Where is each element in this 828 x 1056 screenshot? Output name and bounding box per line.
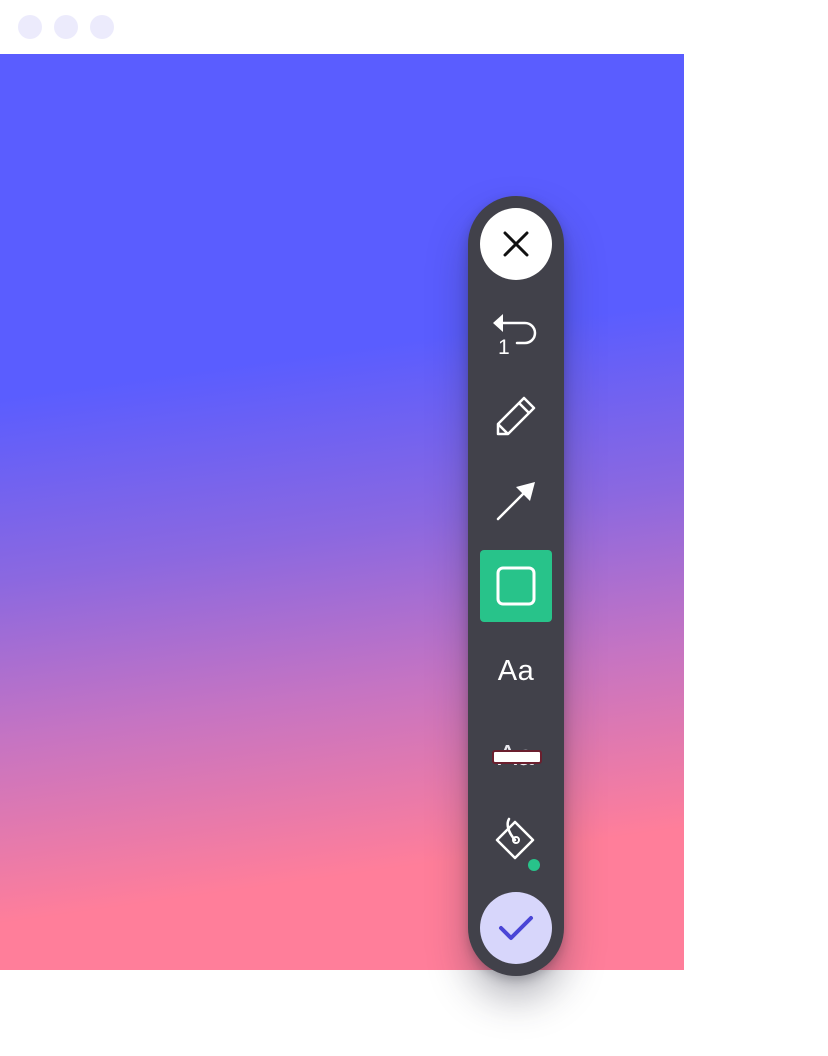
close-button[interactable] [480,208,552,280]
highlight-text-icon: Aa [491,738,542,774]
arrow-tool[interactable] [480,465,552,537]
checkmark-icon [499,916,533,940]
annotation-canvas[interactable] [0,54,684,970]
undo-button[interactable]: 1 [480,294,552,366]
rectangle-icon [496,566,536,606]
annotation-toolbar: 1 Aa Aa [468,196,564,976]
highlight-text-tool[interactable]: Aa [480,720,552,792]
window-dot-minimize[interactable] [54,15,78,39]
undo-count: 1 [498,336,510,359]
close-icon [503,231,529,257]
confirm-button[interactable] [480,892,552,964]
fill-color-indicator [528,859,540,871]
pencil-tool[interactable] [480,380,552,452]
rectangle-tool[interactable] [480,550,552,622]
highlight-bar [492,750,542,764]
window-controls [18,15,114,39]
text-icon: Aa [497,654,535,687]
arrow-icon [496,482,535,521]
window-dot-close[interactable] [18,15,42,39]
window-dot-maximize[interactable] [90,15,114,39]
fill-color-tool[interactable] [480,805,552,877]
text-tool[interactable]: Aa [480,635,552,707]
pencil-icon [496,396,536,436]
